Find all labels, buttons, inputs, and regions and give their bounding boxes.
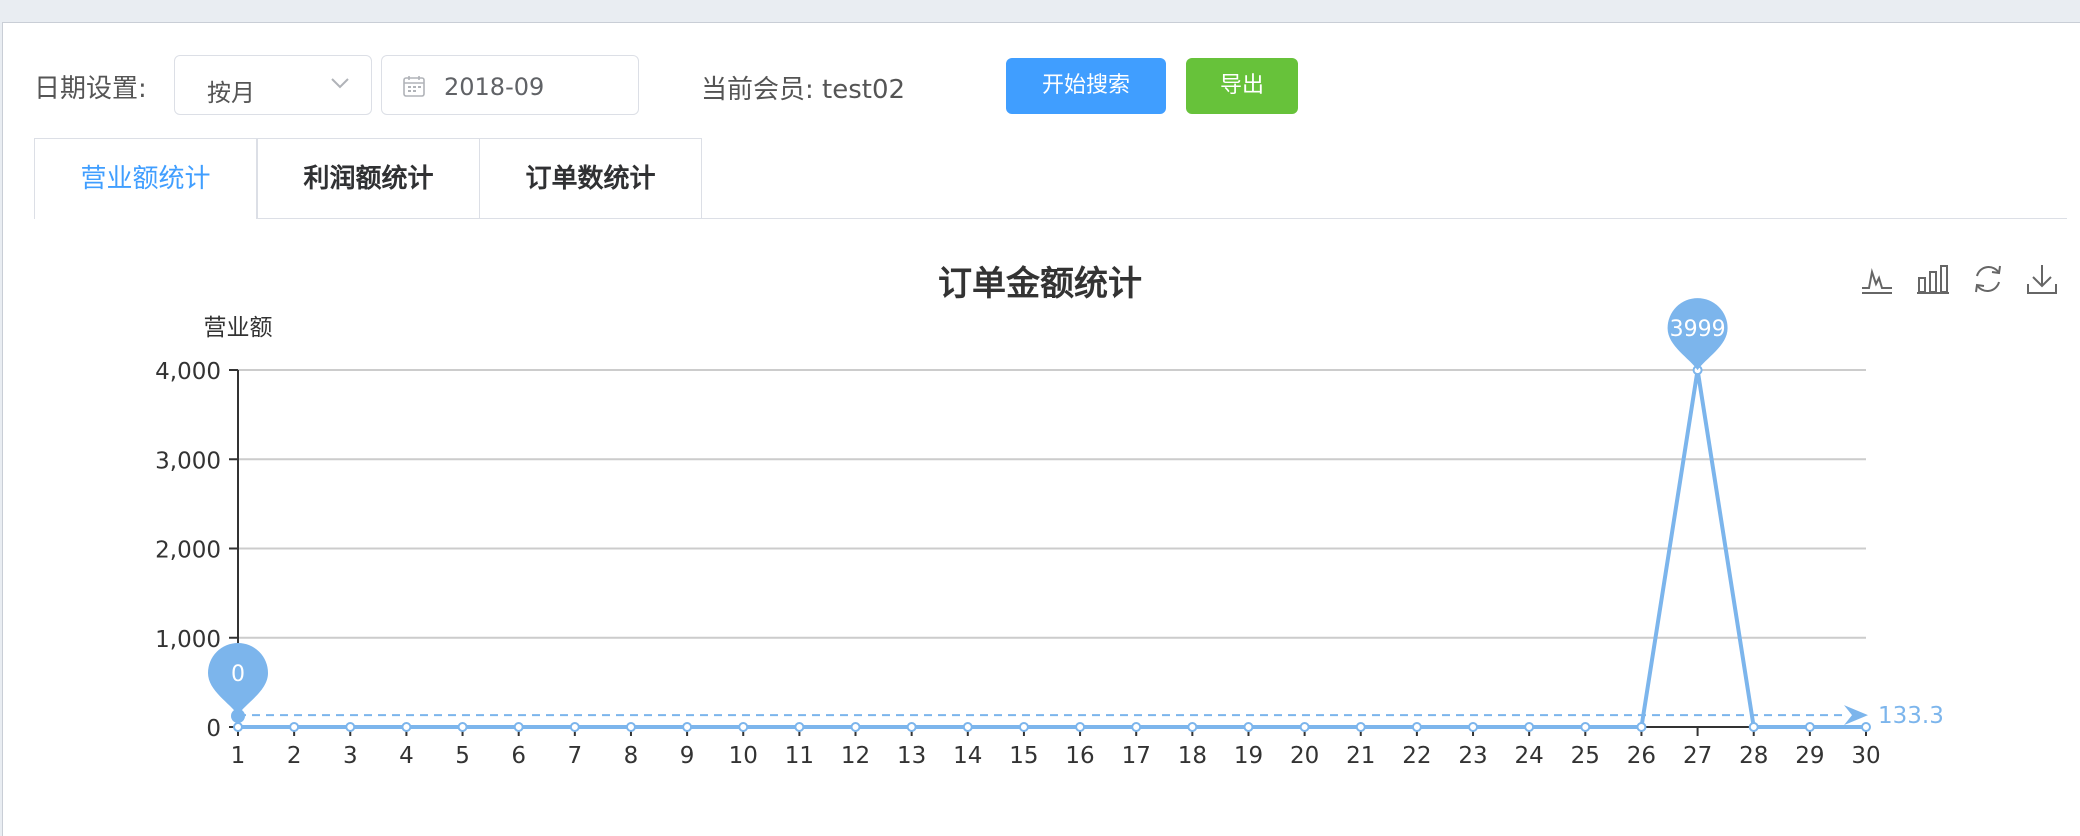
x-tick-label: 22 <box>1402 743 1431 769</box>
data-point[interactable] <box>1018 722 1029 732</box>
data-point[interactable] <box>850 722 861 732</box>
x-tick-label: 29 <box>1795 743 1824 769</box>
x-tick-label: 16 <box>1065 743 1094 769</box>
data-point[interactable] <box>345 722 356 732</box>
data-point[interactable] <box>1524 722 1535 732</box>
x-tick-label: 26 <box>1627 743 1656 769</box>
x-tick-label: 25 <box>1571 743 1600 769</box>
markpoint-label: 3999 <box>1670 317 1726 342</box>
data-point[interactable] <box>1580 722 1591 732</box>
x-tick-label: 2 <box>287 743 302 769</box>
data-point[interactable] <box>906 722 917 732</box>
data-point[interactable] <box>289 722 300 732</box>
x-tick-label: 15 <box>1009 743 1038 769</box>
data-point[interactable] <box>682 722 693 732</box>
x-tick-label: 4 <box>399 743 414 769</box>
data-point[interactable] <box>1243 722 1254 732</box>
data-point[interactable] <box>794 722 805 732</box>
y-tick-label: 1,000 <box>155 627 221 653</box>
markline-arrow <box>1844 705 1868 726</box>
data-point[interactable] <box>1131 722 1142 732</box>
data-point[interactable] <box>738 722 749 732</box>
data-point[interactable] <box>1748 722 1759 732</box>
data-point[interactable] <box>569 722 580 732</box>
data-point[interactable] <box>233 722 243 732</box>
x-tick-label: 13 <box>897 743 926 769</box>
x-tick-label: 1 <box>231 743 246 769</box>
x-tick-label: 11 <box>785 743 814 769</box>
x-tick-label: 17 <box>1122 743 1151 769</box>
x-tick-label: 10 <box>729 743 758 769</box>
data-point[interactable] <box>1355 722 1366 732</box>
data-point[interactable] <box>1411 722 1422 732</box>
x-tick-label: 14 <box>953 743 982 769</box>
y-axis-label: 营业额 <box>204 315 273 341</box>
data-point[interactable] <box>1804 722 1815 732</box>
x-tick-label: 12 <box>841 743 870 769</box>
x-tick-label: 7 <box>568 743 583 769</box>
markline-label: 133.3 <box>1878 703 1944 729</box>
data-point[interactable] <box>1861 722 1871 732</box>
data-point[interactable] <box>625 722 636 732</box>
x-tick-label: 20 <box>1290 743 1319 769</box>
x-tick-label: 8 <box>624 743 639 769</box>
y-tick-label: 4,000 <box>155 359 221 385</box>
x-tick-label: 6 <box>511 743 526 769</box>
y-tick-label: 3,000 <box>155 448 221 474</box>
x-tick-label: 27 <box>1683 743 1712 769</box>
y-tick-label: 0 <box>206 716 221 742</box>
x-tick-label: 21 <box>1346 743 1375 769</box>
data-point[interactable] <box>457 722 468 732</box>
x-tick-label: 5 <box>455 743 470 769</box>
line-chart: 营业额 01,0002,0003,0004,0001 2 3 4 5 6 7 8 9 10 11 12… <box>155 298 1944 769</box>
data-point[interactable] <box>513 722 524 732</box>
x-tick-label: 18 <box>1178 743 1207 769</box>
markpoint-label: 0 <box>231 662 245 687</box>
data-point[interactable] <box>1636 722 1647 732</box>
x-tick-label: 23 <box>1458 743 1487 769</box>
x-tick-label: 3 <box>343 743 358 769</box>
x-tick-label: 28 <box>1739 743 1768 769</box>
data-point[interactable] <box>1075 722 1086 732</box>
data-point[interactable] <box>1468 722 1479 732</box>
data-point[interactable] <box>962 722 973 732</box>
x-tick-label: 24 <box>1515 743 1544 769</box>
markpoint-dot <box>231 709 245 723</box>
x-tick-label: 9 <box>680 743 695 769</box>
data-point[interactable] <box>1187 722 1198 732</box>
x-tick-label: 19 <box>1234 743 1263 769</box>
data-point[interactable] <box>1299 722 1310 732</box>
x-tick-label: 30 <box>1851 743 1880 769</box>
y-tick-label: 2,000 <box>155 538 221 564</box>
data-point[interactable] <box>401 722 412 732</box>
